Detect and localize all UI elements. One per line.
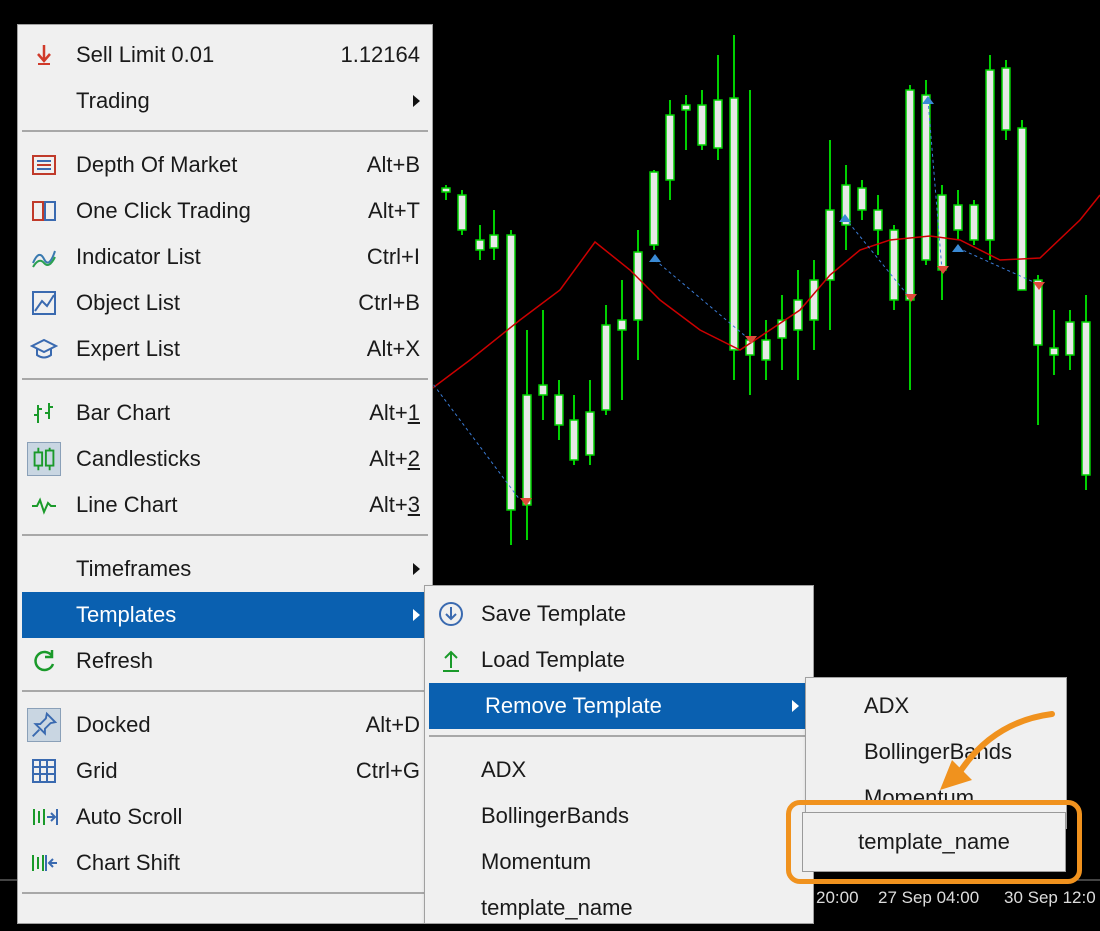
- chart-shift-icon: [32, 855, 57, 871]
- chevron-right-icon: [792, 700, 799, 712]
- menu-item-save-template[interactable]: Save Template: [425, 591, 813, 637]
- menu-item-remove-template[interactable]: Remove Template: [429, 683, 809, 729]
- menu-item-candlesticks[interactable]: Candlesticks Alt+2: [18, 436, 432, 482]
- chevron-right-icon: [413, 95, 420, 107]
- callout-arrow-icon: [940, 711, 1055, 790]
- sell-limit-icon: [37, 45, 51, 65]
- chart-context-menu: Sell Limit 0.01 1.12164 Trading Depth Of…: [17, 24, 433, 924]
- grid-icon: [32, 759, 56, 783]
- menu-item-bar-chart[interactable]: Bar Chart Alt+1: [18, 390, 432, 436]
- chevron-right-icon: [413, 563, 420, 575]
- candlesticks-icon: [27, 442, 61, 476]
- remove-item-template-name-label: template_name: [858, 829, 1010, 854]
- template-item-template-name[interactable]: template_name: [425, 885, 813, 931]
- template-item-bollingerbands[interactable]: BollingerBands: [425, 793, 813, 839]
- time-label: 27 Sep 04:00: [878, 888, 980, 907]
- menu-item-templates[interactable]: Templates: [22, 592, 428, 638]
- template-item-adx[interactable]: ADX: [425, 747, 813, 793]
- menu-item-docked[interactable]: Docked Alt+D: [18, 702, 432, 748]
- menu-item-timeframes[interactable]: Timeframes: [18, 546, 432, 592]
- menu-item-grid[interactable]: Grid Ctrl+G: [18, 748, 432, 794]
- menu-item-auto-scroll[interactable]: Auto Scroll: [18, 794, 432, 840]
- template-item-momentum[interactable]: Momentum: [425, 839, 813, 885]
- save-template-icon: [439, 602, 463, 626]
- expert-list-icon: [30, 338, 58, 359]
- menu-item-depth-of-market[interactable]: Depth Of Market Alt+B: [18, 142, 432, 188]
- menu-item-chart-shift[interactable]: Chart Shift: [18, 840, 432, 886]
- menu-item-indicator-list[interactable]: Indicator List Ctrl+I: [18, 234, 432, 280]
- menu-item-sell-limit[interactable]: Sell Limit 0.01 1.12164: [18, 32, 432, 78]
- indicator-list-icon: [32, 250, 56, 268]
- time-label: 20:00: [816, 888, 859, 907]
- menu-item-line-chart[interactable]: Line Chart Alt+3: [18, 482, 432, 528]
- pin-icon: [27, 708, 61, 742]
- remove-item-template-name[interactable]: template_name: [802, 812, 1066, 872]
- menu-item-object-list[interactable]: Object List Ctrl+B: [18, 280, 432, 326]
- time-label: 30 Sep 12:0: [1004, 888, 1096, 907]
- refresh-icon: [34, 650, 55, 672]
- bar-chart-icon: [34, 403, 53, 423]
- depth-of-market-icon: [32, 155, 56, 175]
- menu-item-expert-list[interactable]: Expert List Alt+X: [18, 326, 432, 372]
- auto-scroll-icon: [33, 809, 58, 825]
- menu-item-load-template[interactable]: Load Template: [425, 637, 813, 683]
- templates-submenu: Save Template Load Template Remove Templ…: [424, 585, 814, 924]
- menu-item-one-click-trading[interactable]: One Click Trading Alt+T: [18, 188, 432, 234]
- chevron-right-icon: [413, 609, 420, 621]
- menu-item-refresh[interactable]: Refresh: [18, 638, 432, 684]
- line-chart-icon: [32, 497, 56, 515]
- object-list-icon: [32, 291, 56, 315]
- one-click-trading-icon: [32, 201, 56, 221]
- menu-item-trading[interactable]: Trading: [18, 78, 432, 124]
- load-template-icon: [443, 650, 459, 672]
